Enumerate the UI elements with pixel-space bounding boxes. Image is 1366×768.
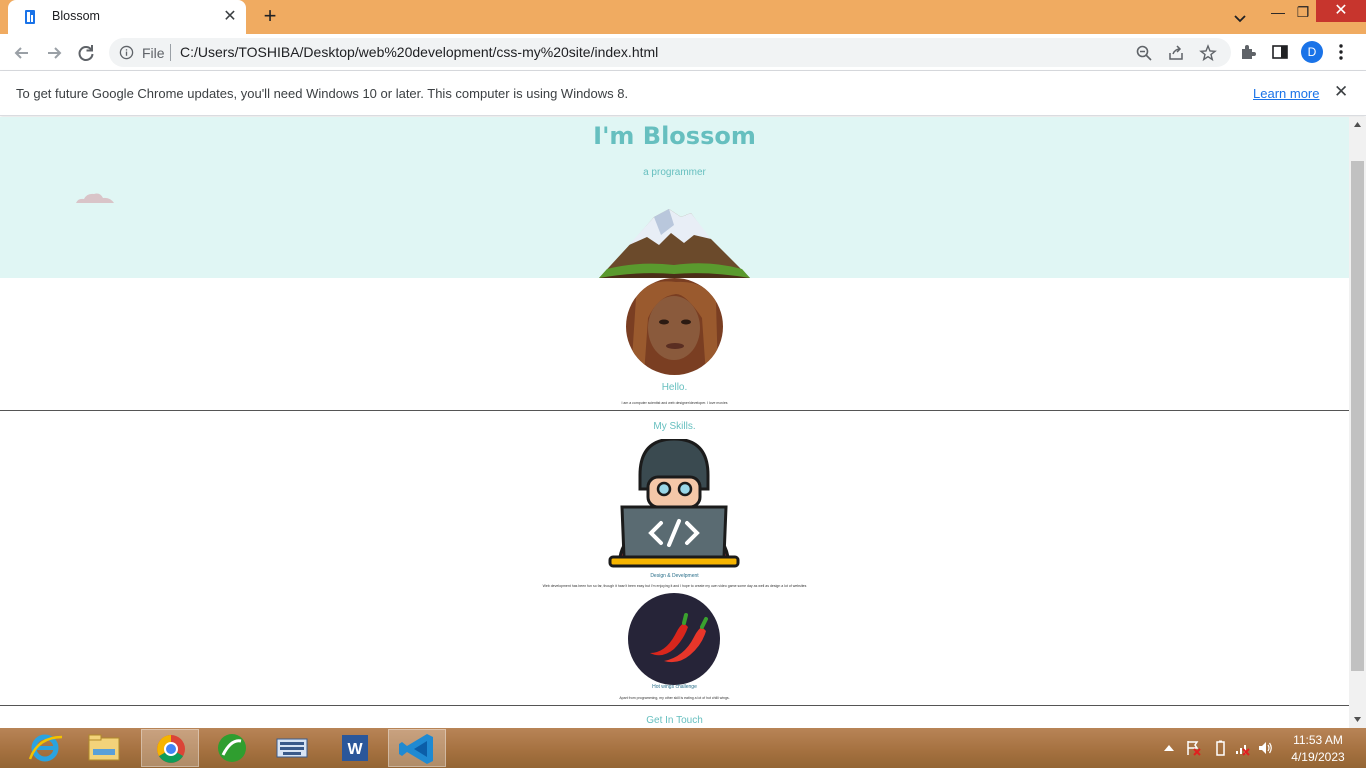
tab-search-chevron-icon[interactable]: [1230, 8, 1250, 28]
word-icon[interactable]: W: [326, 729, 384, 767]
section-divider-1: [0, 410, 1349, 411]
coder-laptop-image: [608, 439, 740, 568]
svg-text:W: W: [347, 741, 363, 758]
update-infobar: To get future Google Chrome updates, you…: [0, 71, 1366, 116]
hello-text: I am a computer scientist and web design…: [621, 401, 728, 405]
browser-toolbar: File C:/Users/TOSHIBA/Desktop/web%20deve…: [0, 34, 1366, 71]
profile-photo: [626, 278, 723, 375]
mountain-image: [599, 209, 750, 278]
windows-taskbar: W 11:53 AM 4/19/2023: [0, 728, 1366, 768]
page-scrollbar[interactable]: [1349, 117, 1366, 728]
back-arrow-icon[interactable]: [9, 40, 35, 66]
extensions-puzzle-icon[interactable]: [1239, 43, 1257, 61]
section-divider-2: [0, 705, 1349, 706]
file-favicon-icon: [25, 10, 35, 24]
hello-heading: Hello.: [661, 382, 688, 393]
scroll-up-arrow-icon[interactable]: [1353, 120, 1362, 129]
vscode-icon: [399, 734, 433, 764]
chili-peppers-icon: [650, 613, 708, 663]
clock-time[interactable]: 11:53 AM: [1283, 733, 1353, 747]
forward-arrow-icon[interactable]: [41, 40, 67, 66]
kebab-menu-icon[interactable]: [1334, 42, 1348, 62]
chili-image: [628, 593, 720, 685]
page-viewport: I'm Blossom a programmer Hello. I am a c…: [0, 117, 1349, 728]
file-explorer-icon[interactable]: [75, 729, 133, 767]
screen: Blossom ✕ + — ❐ ✕ File C:/Users/TOSHIBA/…: [0, 0, 1366, 768]
tab-title: Blossom: [52, 9, 100, 23]
on-screen-keyboard-icon[interactable]: [263, 729, 321, 767]
green-app-icon[interactable]: [203, 729, 261, 767]
infobar-close-icon[interactable]: ✕: [1334, 83, 1350, 101]
battery-icon[interactable]: [1212, 740, 1228, 756]
reload-icon[interactable]: [73, 40, 99, 66]
action-center-flag-icon[interactable]: [1185, 740, 1201, 756]
omnibox-divider: [170, 44, 171, 61]
new-tab-button[interactable]: +: [258, 5, 282, 29]
clock-date[interactable]: 4/19/2023: [1283, 750, 1353, 764]
network-icon[interactable]: [1234, 740, 1250, 756]
restore-button[interactable]: ❐: [1288, 0, 1318, 26]
url-text[interactable]: C:/Users/TOSHIBA/Desktop/web%20developme…: [180, 44, 658, 60]
page-title: I'm Blossom: [593, 122, 756, 150]
contact-heading: Get In Touch: [646, 715, 703, 726]
skill-2-text: Apart from programming, my other skill i…: [619, 696, 730, 700]
window-close-button[interactable]: ✕: [1316, 0, 1366, 22]
address-bar[interactable]: File C:/Users/TOSHIBA/Desktop/web%20deve…: [109, 38, 1231, 67]
chrome-taskbar-button[interactable]: [141, 729, 199, 767]
vscode-taskbar-button[interactable]: [388, 729, 446, 767]
hero-section: I'm Blossom a programmer: [0, 117, 1349, 278]
share-icon[interactable]: [1167, 44, 1185, 62]
chrome-icon: [157, 735, 185, 763]
browser-title-bar: Blossom ✕ + — ❐ ✕: [0, 0, 1366, 34]
profile-photo-image: [626, 278, 723, 375]
show-hidden-icons-icon[interactable]: [1161, 740, 1177, 756]
zoom-out-icon[interactable]: [1135, 44, 1153, 62]
url-scheme-label: File: [142, 45, 165, 61]
page-subtitle: a programmer: [643, 167, 706, 178]
skills-heading: My Skills.: [653, 421, 696, 432]
scroll-down-arrow-icon[interactable]: [1353, 715, 1362, 724]
cloud-image: [76, 193, 114, 203]
side-panel-icon[interactable]: [1271, 43, 1289, 61]
skill-1-heading: Design & Develpment: [650, 573, 699, 579]
skill-1-text: Web development has been fun so far, tho…: [542, 584, 807, 588]
tab-blossom[interactable]: Blossom ✕: [8, 0, 246, 34]
internet-explorer-icon[interactable]: [16, 729, 74, 767]
profile-avatar-button[interactable]: D: [1301, 41, 1323, 63]
infobar-message: To get future Google Chrome updates, you…: [16, 86, 629, 101]
skill-2-heading: Hot wings challenge: [652, 684, 697, 690]
tab-close-icon[interactable]: ✕: [220, 7, 240, 27]
site-info-icon[interactable]: [119, 45, 134, 60]
volume-icon[interactable]: [1257, 740, 1273, 756]
learn-more-link[interactable]: Learn more: [1253, 86, 1319, 101]
bookmark-star-icon[interactable]: [1199, 44, 1217, 62]
scroll-thumb[interactable]: [1351, 161, 1364, 671]
